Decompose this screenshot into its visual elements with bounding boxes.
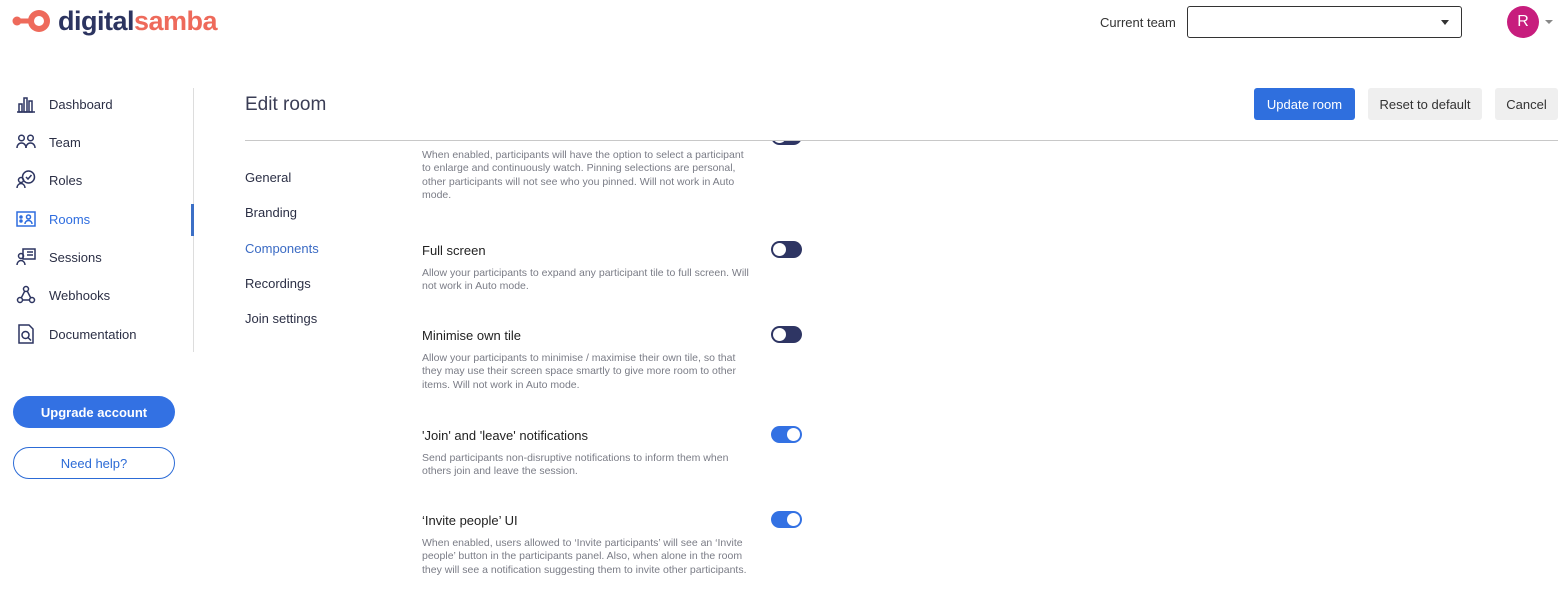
sidebar-item-dashboard[interactable]: Dashboard <box>16 89 113 119</box>
update-room-button[interactable]: Update room <box>1254 88 1355 120</box>
user-avatar[interactable]: R <box>1507 6 1539 38</box>
team-icon <box>16 132 36 152</box>
current-team-select[interactable] <box>1187 6 1462 38</box>
sidebar-item-label: Team <box>49 134 81 150</box>
setting-description: When enabled, users allowed to ‘Invite p… <box>422 537 747 576</box>
sidebar-item-webhooks[interactable]: Webhooks <box>16 280 110 310</box>
webhooks-icon <box>16 285 36 305</box>
join-leave-notifications-toggle[interactable] <box>771 426 802 443</box>
subnav-branding[interactable]: Branding <box>245 205 297 220</box>
upgrade-account-button[interactable]: Upgrade account <box>13 396 175 428</box>
setting-pinning: Pinning When enabled, participants will … <box>422 141 802 203</box>
setting-title: 'Join' and 'leave' notifications <box>422 428 589 443</box>
toggle-knob <box>773 243 786 256</box>
invite-people-ui-toggle[interactable] <box>771 511 802 528</box>
sidebar-item-label: Dashboard <box>49 96 113 112</box>
setting-title: Full screen <box>422 243 486 258</box>
page-title: Edit room <box>245 94 327 115</box>
rooms-icon <box>16 209 36 229</box>
setting-invite-people-ui: ‘Invite people’ UI When enabled, users a… <box>422 513 802 577</box>
current-team-label: Current team <box>1100 15 1176 30</box>
toggle-knob <box>787 513 800 526</box>
setting-full-screen: Full screen Allow your participants to e… <box>422 243 802 294</box>
sidebar-item-sessions[interactable]: Sessions <box>16 242 102 272</box>
settings-scroll-area[interactable]: Pinning When enabled, participants will … <box>400 141 820 610</box>
toggle-knob <box>787 428 800 441</box>
toggle-knob <box>773 328 786 341</box>
header-divider <box>245 140 1558 141</box>
setting-title: ‘Invite people’ UI <box>422 513 518 528</box>
documentation-icon <box>16 324 36 344</box>
cancel-button[interactable]: Cancel <box>1495 88 1558 120</box>
subnav-general[interactable]: General <box>245 170 291 185</box>
setting-description: Allow your participants to minimise / ma… <box>422 352 736 391</box>
sidebar-item-documentation[interactable]: Documentation <box>16 319 136 349</box>
sessions-icon <box>16 247 36 267</box>
sidebar-item-team[interactable]: Team <box>16 127 81 157</box>
sidebar-item-label: Sessions <box>49 249 102 265</box>
reset-to-default-button[interactable]: Reset to default <box>1368 88 1482 120</box>
roles-icon <box>16 170 36 190</box>
sidebar-item-rooms[interactable]: Rooms <box>16 204 90 234</box>
setting-description: When enabled, participants will have the… <box>422 149 744 202</box>
toggle-knob <box>773 141 786 143</box>
sidebar-item-roles[interactable]: Roles <box>16 165 82 195</box>
subnav-join-settings[interactable]: Join settings <box>245 311 317 326</box>
sidebar-item-label: Documentation <box>49 326 137 342</box>
sidebar-item-label: Webhooks <box>49 287 111 303</box>
sidebar-item-label: Rooms <box>49 211 91 227</box>
setting-join-leave-notifications: 'Join' and 'leave' notifications Send pa… <box>422 428 802 479</box>
subnav-components[interactable]: Components <box>245 241 319 256</box>
bar-chart-icon <box>16 94 36 114</box>
avatar-initial: R <box>1517 13 1529 30</box>
logo-text: digitalsamba <box>58 6 218 36</box>
digitalsamba-logo[interactable]: digitalsamba <box>12 6 218 36</box>
setting-description: Send participants non-disruptive notific… <box>422 452 729 478</box>
full-screen-toggle[interactable] <box>771 241 802 258</box>
minimise-own-tile-toggle[interactable] <box>771 326 802 343</box>
setting-minimise-own-tile: Minimise own tile Allow your participant… <box>422 328 802 392</box>
subnav-recordings[interactable]: Recordings <box>245 276 311 291</box>
active-nav-indicator <box>191 204 194 236</box>
chevron-down-icon <box>1441 20 1449 25</box>
sidebar-item-label: Roles <box>49 172 83 188</box>
setting-title: Minimise own tile <box>422 328 521 343</box>
need-help-button[interactable]: Need help? <box>13 447 175 479</box>
user-menu-caret-icon[interactable] <box>1545 20 1553 24</box>
logo-mark-icon <box>12 10 50 32</box>
setting-description: Allow your participants to expand any pa… <box>422 267 749 293</box>
